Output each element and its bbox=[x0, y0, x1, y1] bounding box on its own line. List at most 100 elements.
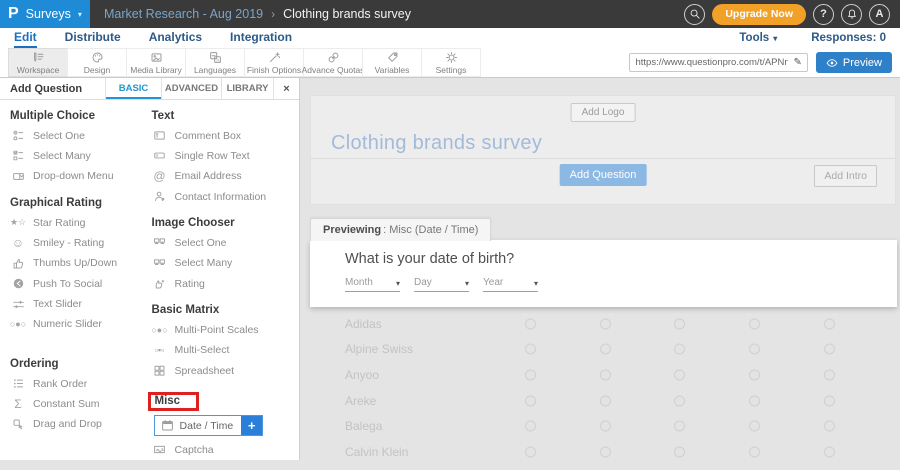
radio-button[interactable] bbox=[674, 318, 685, 329]
tab-distribute[interactable]: Distribute bbox=[65, 28, 121, 48]
radio-button[interactable] bbox=[600, 395, 611, 406]
radio-button[interactable] bbox=[824, 344, 835, 355]
year-dropdown[interactable]: Year▾ bbox=[483, 277, 538, 292]
radio-button[interactable] bbox=[600, 369, 611, 380]
radio-button[interactable] bbox=[525, 344, 536, 355]
tab-advanced[interactable]: ADVANCED bbox=[161, 78, 221, 99]
radio-button[interactable] bbox=[525, 446, 536, 457]
qtype-select-many[interactable]: Select Many bbox=[10, 148, 152, 163]
radio-button[interactable] bbox=[749, 395, 760, 406]
radio-button[interactable] bbox=[824, 421, 835, 432]
toolbar-item-advance-quotas[interactable]: Advance Quotas bbox=[303, 48, 363, 77]
qtype-email-address[interactable]: @Email Address bbox=[152, 169, 299, 184]
qtype-contact-information[interactable]: Contact Information bbox=[152, 189, 299, 204]
add-intro-button[interactable]: Add Intro bbox=[814, 165, 877, 187]
radio-button[interactable] bbox=[824, 369, 835, 380]
tab-library[interactable]: LIBRARY bbox=[221, 78, 273, 99]
toolbar-item-variables[interactable]: Variables bbox=[362, 48, 422, 77]
qtype-select-one[interactable]: Select One bbox=[10, 128, 152, 143]
radio-button[interactable] bbox=[600, 344, 611, 355]
palette-icon bbox=[91, 51, 104, 64]
qtype-image-rating[interactable]: Rating bbox=[152, 276, 299, 291]
notifications-button[interactable] bbox=[841, 4, 862, 25]
radio-button[interactable] bbox=[749, 318, 760, 329]
add-question-button[interactable]: Add Question bbox=[560, 164, 647, 186]
search-button[interactable] bbox=[684, 4, 705, 25]
tab-integration[interactable]: Integration bbox=[230, 28, 292, 48]
radio-button[interactable] bbox=[600, 421, 611, 432]
checkbox-list-icon bbox=[10, 149, 26, 162]
toolbar-item-design[interactable]: Design bbox=[67, 48, 127, 77]
qtype-drag-and-drop[interactable]: Drag and Drop bbox=[10, 417, 152, 432]
toolbar-item-languages[interactable]: Languages bbox=[185, 48, 245, 77]
survey-url-input[interactable] bbox=[635, 57, 788, 68]
qtype-dropdown-menu[interactable]: Drop-down Menu bbox=[10, 169, 152, 184]
qtype-smiley-rating[interactable]: ☺Smiley - Rating bbox=[10, 235, 152, 250]
radio-button[interactable] bbox=[600, 318, 611, 329]
toolbar-item-finish-options[interactable]: Finish Options bbox=[244, 48, 304, 77]
qtype-numeric-slider[interactable]: ○●○Numeric Slider bbox=[10, 317, 152, 332]
radio-button[interactable] bbox=[674, 395, 685, 406]
qtype-spreadsheet[interactable]: Spreadsheet bbox=[152, 363, 299, 378]
radio-button[interactable] bbox=[749, 344, 760, 355]
month-dropdown[interactable]: Month▾ bbox=[345, 277, 400, 292]
tab-edit[interactable]: Edit bbox=[14, 28, 37, 48]
qtype-comment-box[interactable]: Comment Box bbox=[152, 128, 299, 143]
qtype-star-rating[interactable]: ★☆Star Rating bbox=[10, 215, 152, 230]
edit-url-icon[interactable]: ✎ bbox=[793, 57, 801, 68]
radio-button[interactable] bbox=[525, 318, 536, 329]
toolbar-item-workspace[interactable]: Workspace bbox=[8, 48, 68, 77]
day-dropdown[interactable]: Day▾ bbox=[414, 277, 469, 292]
radio-button[interactable] bbox=[824, 446, 835, 457]
radio-button[interactable] bbox=[749, 421, 760, 432]
responses-count[interactable]: Responses: 0 bbox=[811, 32, 886, 44]
close-panel-button[interactable]: × bbox=[273, 78, 299, 99]
tab-analytics[interactable]: Analytics bbox=[149, 28, 202, 48]
radio-button[interactable] bbox=[674, 344, 685, 355]
monitors-icon bbox=[152, 236, 168, 249]
survey-title[interactable]: Clothing brands survey bbox=[331, 132, 542, 155]
preview-question-text: What is your date of birth? bbox=[345, 251, 514, 267]
squares-icon: ▫▪▫ bbox=[152, 345, 168, 355]
radio-button[interactable] bbox=[749, 369, 760, 380]
previewing-label: Previewing bbox=[323, 224, 381, 236]
qtype-image-select-one[interactable]: Select One bbox=[152, 235, 299, 250]
question-mark-icon: ? bbox=[820, 8, 827, 20]
tools-menu[interactable]: Tools▾ bbox=[739, 32, 777, 44]
qtype-single-row-text[interactable]: Single Row Text bbox=[152, 148, 299, 163]
upgrade-now-button[interactable]: Upgrade Now bbox=[712, 4, 806, 25]
qtype-rank-order[interactable]: Rank Order bbox=[10, 376, 152, 391]
qtype-multi-point-scales[interactable]: ○●○Multi-Point Scales bbox=[152, 322, 299, 337]
qtype-multi-select[interactable]: ▫▪▫Multi-Select bbox=[152, 343, 299, 358]
help-button[interactable]: ? bbox=[813, 4, 834, 25]
product-menu[interactable]: P Surveys ▾ bbox=[0, 0, 90, 28]
section-title: Misc bbox=[155, 395, 181, 407]
breadcrumb-parent-link[interactable]: Market Research - Aug 2019 bbox=[104, 7, 263, 21]
qtype-image-select-many[interactable]: Select Many bbox=[152, 256, 299, 271]
add-date-time-button[interactable]: + bbox=[241, 416, 262, 435]
toolbar-item-media-library[interactable]: Media Library bbox=[126, 48, 186, 77]
radio-button[interactable] bbox=[749, 446, 760, 457]
table-row: Anyoo bbox=[310, 362, 897, 388]
toolbar-item-settings[interactable]: Settings bbox=[421, 48, 481, 77]
qtype-captcha[interactable]: Captcha bbox=[152, 442, 299, 457]
radio-button[interactable] bbox=[824, 395, 835, 406]
qtype-date-time[interactable]: Date / Time + bbox=[154, 415, 264, 436]
add-logo-button[interactable]: Add Logo bbox=[571, 103, 636, 122]
tab-basic[interactable]: BASIC bbox=[105, 78, 161, 99]
qtype-thumbs-up-down[interactable]: Thumbs Up/Down bbox=[10, 256, 152, 271]
radio-button[interactable] bbox=[525, 369, 536, 380]
radio-button[interactable] bbox=[824, 318, 835, 329]
radio-button[interactable] bbox=[674, 369, 685, 380]
radio-button[interactable] bbox=[674, 446, 685, 457]
radio-button[interactable] bbox=[600, 446, 611, 457]
qtype-constant-sum[interactable]: ΣConstant Sum bbox=[10, 396, 152, 411]
qtype-text-slider[interactable]: Text Slider bbox=[10, 296, 152, 311]
qtype-push-to-social[interactable]: Push To Social bbox=[10, 276, 152, 291]
user-avatar[interactable]: A bbox=[869, 4, 890, 25]
preview-button[interactable]: Preview bbox=[816, 52, 892, 73]
radio-button[interactable] bbox=[674, 421, 685, 432]
section-title: Basic Matrix bbox=[152, 304, 299, 316]
radio-button[interactable] bbox=[525, 395, 536, 406]
radio-button[interactable] bbox=[525, 421, 536, 432]
